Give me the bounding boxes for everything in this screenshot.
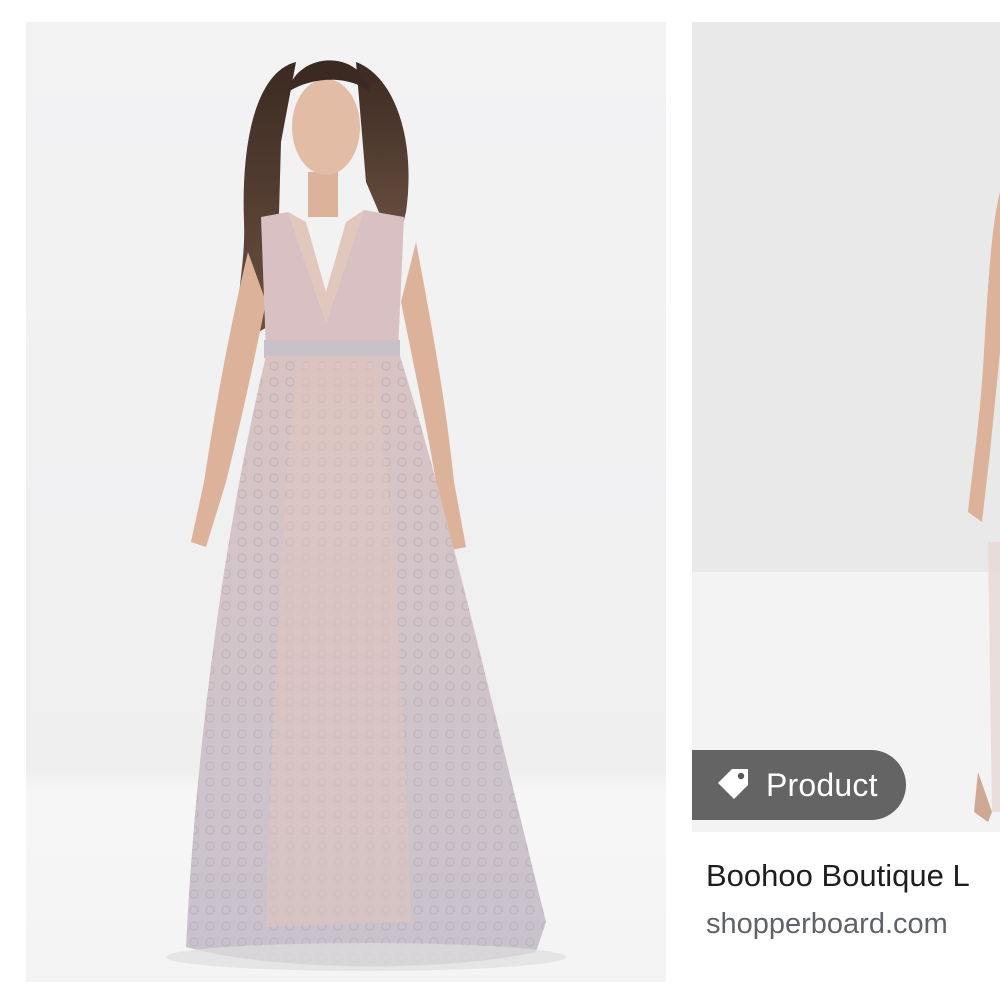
result-thumbnail[interactable] [692, 22, 1000, 832]
image-results-page: Product Boohoo Boutique L shopperboard.c… [0, 0, 1000, 1000]
image-result-card[interactable] [26, 22, 666, 982]
dress-photo-icon [692, 22, 1000, 832]
product-badge: Product [692, 750, 906, 820]
tag-icon [718, 769, 748, 799]
result-source[interactable]: shopperboard.com [706, 908, 948, 941]
result-title[interactable]: Boohoo Boutique L [706, 858, 970, 894]
product-badge-label: Product [766, 766, 878, 803]
image-result-card[interactable]: Product Boohoo Boutique L shopperboard.c… [692, 22, 1000, 1000]
dress-photo-icon [26, 22, 666, 982]
